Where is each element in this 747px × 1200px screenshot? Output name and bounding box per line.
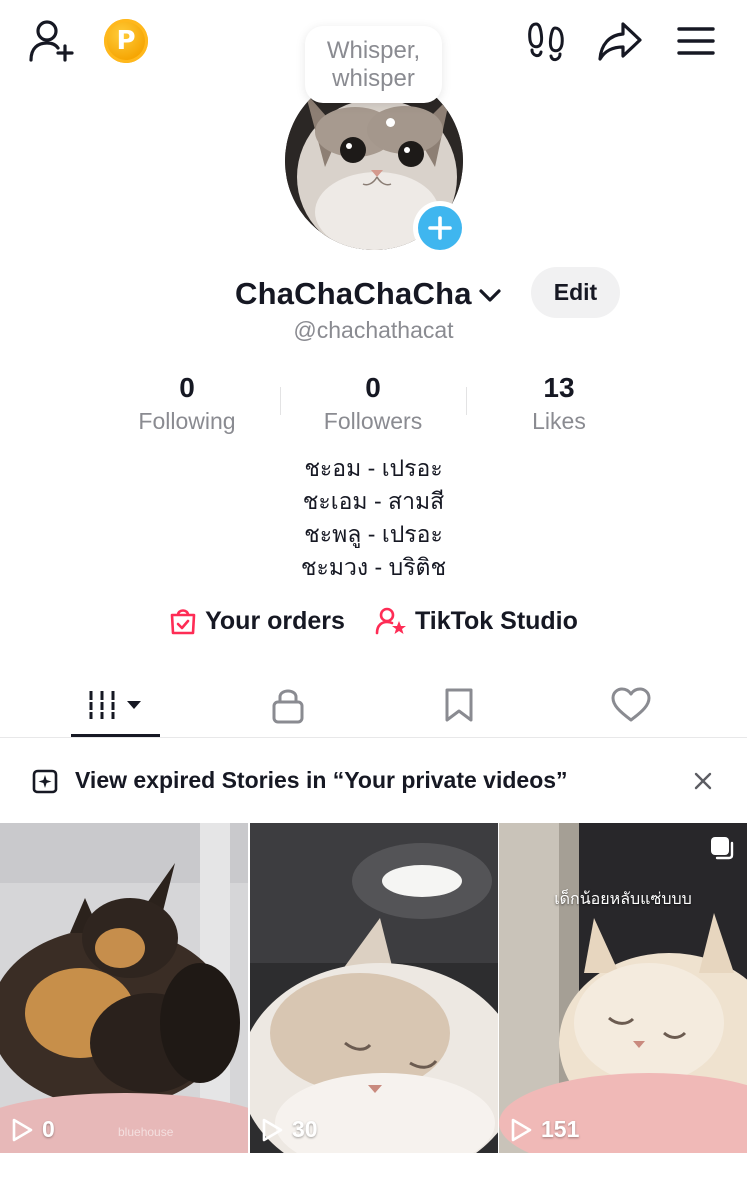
your-orders-link[interactable]: Your orders: [169, 606, 345, 636]
profile-bio: ชะอม - เปรอะ ชะเอม - สามสี ชะพลู - เปรอะ…: [0, 452, 747, 584]
thumbnail-caption: เด็กน้อยหลับแซ่บบบ: [554, 889, 692, 908]
profile-views-button[interactable]: [524, 18, 568, 64]
menu-button[interactable]: [676, 22, 716, 60]
stat-divider: [466, 387, 467, 415]
person-plus-icon: [29, 20, 74, 62]
tab-saved[interactable]: [414, 680, 504, 730]
tiktok-studio-label: TikTok Studio: [414, 606, 578, 635]
bookmark-icon: [445, 688, 473, 722]
share-profile-button[interactable]: [596, 18, 644, 64]
view-count-value: 151: [541, 1116, 580, 1142]
username-handle: @chachathacat: [293, 317, 454, 343]
tab-liked[interactable]: [586, 680, 676, 730]
view-count: 151: [509, 1116, 579, 1143]
view-count: 30: [260, 1116, 318, 1143]
close-icon[interactable]: [690, 768, 716, 794]
whisper-bubble[interactable]: Whisper, whisper: [305, 26, 442, 103]
bio-line: ชะมวง - บริติช: [300, 554, 447, 580]
likes-count: 13: [543, 372, 575, 403]
your-orders-label: Your orders: [205, 606, 345, 635]
bio-line: ชะพลู - เปรอะ: [304, 521, 443, 547]
expired-stories-banner[interactable]: View expired Stories in “Your private vi…: [0, 738, 747, 824]
followers-label: Followers: [323, 408, 423, 434]
following-stat[interactable]: 0 Following: [107, 370, 267, 436]
heart-icon: [611, 687, 651, 722]
play-icon: [511, 1118, 532, 1141]
view-count-value: 30: [292, 1116, 318, 1142]
shopping-bag-check-icon: [170, 609, 196, 635]
view-count-value: 0: [42, 1116, 55, 1142]
thumbnail-watermark: bluehouse: [118, 1125, 174, 1139]
add-story-button[interactable]: [413, 201, 467, 255]
bio-line: ชะอม - เปรอะ: [304, 455, 443, 481]
play-icon: [12, 1118, 33, 1141]
bio-line: ชะเอม - สามสี: [302, 488, 445, 514]
stat-divider: [280, 387, 281, 415]
tab-private[interactable]: [243, 680, 333, 730]
following-label: Following: [138, 408, 236, 434]
followers-count: 0: [365, 372, 381, 403]
likes-stat[interactable]: 13 Likes: [479, 370, 639, 436]
story-sparkle-icon: [32, 769, 58, 794]
video-thumbnail[interactable]: เด็กน้อยหลับแซ่บบบ 151: [499, 823, 747, 1153]
sleeping-cat-lamp-photo: [250, 823, 498, 1153]
account-switcher[interactable]: ChaChaChaCha: [235, 272, 502, 316]
person-star-icon: [375, 607, 406, 635]
whisper-bubble-tail: [386, 118, 395, 127]
lock-icon: [272, 689, 304, 724]
share-arrow-icon: [598, 22, 642, 61]
banner-text: View expired Stories in “Your private vi…: [75, 767, 568, 793]
sleepy-cat-pillow-photo: [499, 823, 747, 1153]
multi-photo-icon: [711, 837, 734, 860]
tiktok-studio-link[interactable]: TikTok Studio: [375, 606, 578, 636]
video-thumbnail[interactable]: 30: [250, 823, 498, 1153]
calico-cats-photo: [0, 823, 248, 1153]
hamburger-menu-icon: [677, 27, 715, 55]
display-name: ChaChaChaCha: [235, 276, 472, 311]
edit-profile-button[interactable]: Edit: [531, 267, 620, 318]
tab-videos[interactable]: [71, 680, 161, 730]
video-thumbnail[interactable]: bluehouse 0: [0, 823, 248, 1153]
coin-label: P: [116, 26, 136, 56]
play-icon: [262, 1118, 283, 1141]
footprints-icon: [528, 22, 564, 62]
following-count: 0: [179, 372, 195, 403]
likes-label: Likes: [532, 408, 586, 434]
chevron-down-icon: [479, 289, 501, 302]
plus-icon: [428, 216, 452, 240]
whisper-text: Whisper, whisper: [326, 36, 421, 92]
profile-links: Your orders TikTok Studio: [0, 606, 747, 636]
followers-stat[interactable]: 0 Followers: [293, 370, 453, 436]
coin-badge-button[interactable]: P: [104, 19, 148, 63]
add-friend-button[interactable]: [26, 16, 78, 66]
view-count: 0: [10, 1116, 55, 1143]
grid-bars-icon: [87, 691, 141, 719]
